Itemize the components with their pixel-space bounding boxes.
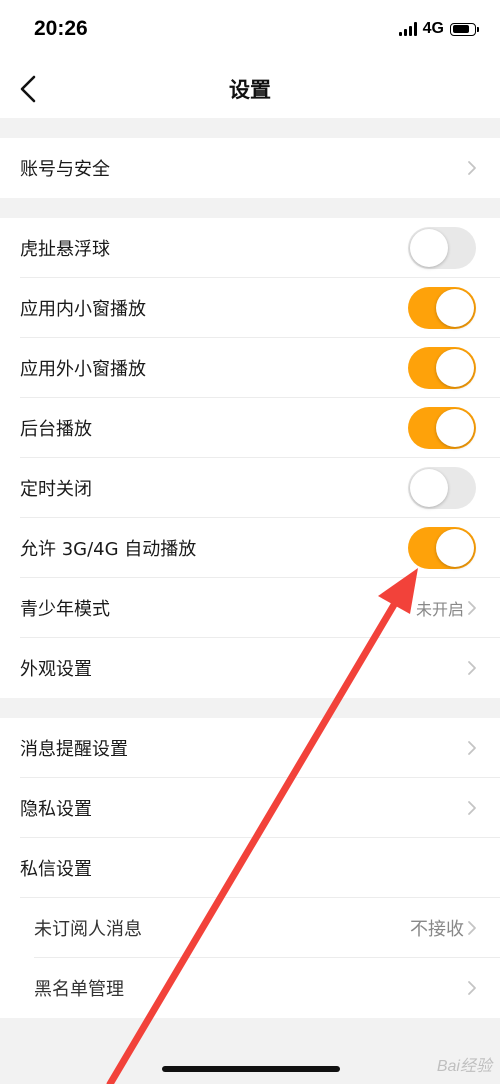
settings-item-label: 青少年模式	[20, 599, 110, 620]
toggle-knob	[410, 229, 448, 267]
row-right: 未开启	[416, 578, 478, 638]
signal-icon	[398, 22, 417, 36]
settings-item-label: 应用外小窗播放	[20, 359, 146, 380]
settings-item-label: 消息提醒设置	[20, 739, 128, 760]
settings-item-blacklist[interactable]: 黑名单管理	[0, 958, 500, 1018]
settings-item-label: 黑名单管理	[34, 979, 124, 1000]
chevron-right-icon	[468, 921, 476, 935]
chevron-right-icon	[468, 161, 476, 175]
settings-item-sleep-timer: 定时关闭	[0, 458, 500, 518]
mobile-data-autoplay-toggle[interactable]	[408, 527, 476, 569]
settings-item-label: 外观设置	[20, 659, 92, 680]
settings-item-direct-messages: 私信设置	[0, 838, 500, 898]
playback-group: 虎扯悬浮球 应用内小窗播放 应用外小窗播放 后台播放 定时关闭 允许 3G/4G…	[0, 218, 500, 698]
privacy-group: 消息提醒设置 隐私设置 私信设置 未订阅人消息 不接收 黑名单管理	[0, 718, 500, 1018]
settings-item-label: 虎扯悬浮球	[20, 239, 110, 260]
status-indicators: 4G	[398, 20, 479, 38]
toggle-knob	[410, 469, 448, 507]
chevron-right-icon	[468, 741, 476, 755]
settings-item-out-app-mini-window: 应用外小窗播放	[0, 338, 500, 398]
page-title: 设置	[229, 78, 271, 102]
battery-icon	[450, 22, 479, 36]
toggle-knob	[436, 349, 474, 387]
toggle-knob	[436, 529, 474, 567]
chevron-right-icon	[468, 661, 476, 675]
teen-mode-status: 未开启	[415, 600, 464, 619]
row-right	[466, 778, 478, 838]
settings-item-label: 私信设置	[20, 859, 92, 880]
settings-item-label: 后台播放	[20, 419, 92, 440]
row-right	[466, 718, 478, 778]
settings-item-in-app-mini-window: 应用内小窗播放	[0, 278, 500, 338]
sleep-timer-toggle[interactable]	[408, 467, 476, 509]
settings-item-label: 账号与安全	[20, 159, 110, 180]
watermark-logo: Bai经验	[436, 1058, 492, 1075]
row-right	[466, 638, 478, 698]
settings-screen: 20:26 4G 设置 账号与安全 虎扯悬浮球 应用内小窗播放 应用外小窗播放 …	[0, 0, 500, 1084]
settings-item-unsubscribed-messages[interactable]: 未订阅人消息 不接收	[0, 898, 500, 958]
settings-item-label: 允许 3G/4G 自动播放	[20, 539, 197, 560]
out-app-mini-window-toggle[interactable]	[408, 347, 476, 389]
settings-item-appearance[interactable]: 外观设置	[0, 638, 500, 698]
settings-item-teen-mode[interactable]: 青少年模式 未开启	[0, 578, 500, 638]
settings-item-background-play: 后台播放	[0, 398, 500, 458]
row-right	[466, 958, 478, 1018]
settings-item-mobile-data-autoplay: 允许 3G/4G 自动播放	[0, 518, 500, 578]
toggle-knob	[436, 409, 474, 447]
account-group: 账号与安全	[0, 138, 500, 198]
settings-item-notifications[interactable]: 消息提醒设置	[0, 718, 500, 778]
settings-item-label: 定时关闭	[20, 479, 92, 500]
battery-fill	[452, 25, 469, 33]
home-indicator[interactable]	[162, 1066, 340, 1072]
chevron-right-icon	[468, 981, 476, 995]
floating-ball-toggle[interactable]	[408, 227, 476, 269]
settings-item-label: 未订阅人消息	[34, 919, 142, 940]
settings-item-label: 隐私设置	[20, 799, 92, 820]
settings-item-label: 应用内小窗播放	[20, 299, 146, 320]
in-app-mini-window-toggle[interactable]	[408, 287, 476, 329]
row-right	[466, 138, 478, 198]
nav-bar: 设置	[0, 60, 500, 118]
chevron-right-icon	[468, 801, 476, 815]
settings-item-account-security[interactable]: 账号与安全	[0, 138, 500, 198]
network-label: 4G	[422, 20, 444, 37]
toggle-knob	[436, 289, 474, 327]
background-play-toggle[interactable]	[408, 407, 476, 449]
settings-item-floating-ball: 虎扯悬浮球	[0, 218, 500, 278]
status-bar: 20:26 4G	[0, 0, 500, 60]
settings-item-privacy[interactable]: 隐私设置	[0, 778, 500, 838]
unsubscribed-messages-status: 不接收	[410, 919, 464, 940]
row-right: 不接收	[410, 898, 478, 958]
status-time: 20:26	[34, 17, 88, 40]
chevron-right-icon	[468, 601, 476, 615]
